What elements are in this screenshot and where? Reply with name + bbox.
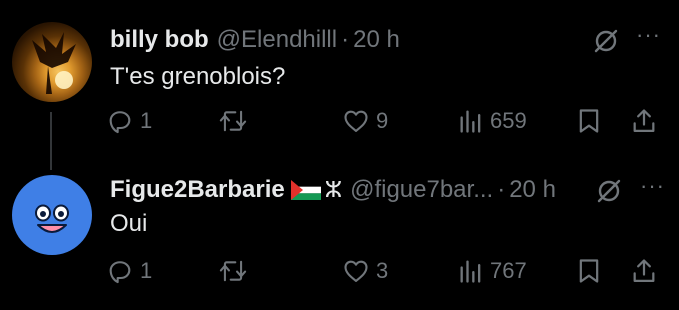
amazigh-symbol: ⵣ — [324, 177, 343, 203]
bookmark-icon — [579, 109, 599, 133]
reply-count: 1 — [140, 108, 153, 133]
name-emojis: ⵣ — [290, 177, 343, 203]
avatar[interactable] — [12, 22, 92, 102]
avatar-image — [35, 204, 69, 233]
tweet[interactable]: billy bob @Elendhilll · 20 h ··· T'es gr… — [0, 0, 679, 160]
retweet-button[interactable] — [218, 103, 248, 139]
like-button[interactable]: 3 — [342, 253, 388, 289]
separator-dot: · — [497, 176, 506, 203]
reply-button[interactable]: 1 — [106, 253, 152, 289]
like-count: 3 — [376, 258, 389, 283]
heart-icon — [344, 110, 368, 132]
tweet-actions: 1 3 767 — [0, 253, 679, 289]
more-icon[interactable]: ··· — [640, 175, 665, 197]
more-icon[interactable]: ··· — [636, 24, 661, 46]
bookmark-icon — [579, 259, 599, 283]
views-icon — [460, 260, 481, 283]
bookmark-button[interactable] — [576, 103, 602, 139]
reply-thread: billy bob @Elendhilll · 20 h ··· T'es gr… — [0, 0, 679, 310]
grok-icon[interactable] — [596, 178, 622, 204]
display-name[interactable]: Figue2Barbarie — [110, 176, 285, 204]
tweet-header: billy bob @Elendhilll · 20 h — [110, 25, 400, 55]
tweet-actions: 1 9 659 — [0, 103, 679, 139]
user-handle[interactable]: @figue7bar... — [350, 176, 493, 204]
like-button[interactable]: 9 — [342, 103, 388, 139]
timestamp[interactable]: 20 h — [509, 176, 556, 204]
separator-dot: · — [341, 26, 350, 53]
avatar-image — [32, 32, 76, 94]
view-count: 659 — [490, 108, 527, 133]
reply-count: 1 — [140, 258, 153, 283]
retweet-button[interactable] — [218, 253, 248, 289]
avatar[interactable] — [12, 175, 92, 255]
reply-icon — [109, 261, 131, 284]
reply-button[interactable]: 1 — [106, 103, 152, 139]
views-icon — [460, 110, 481, 133]
retweet-icon — [219, 110, 247, 132]
tweet-header: Figue2Barbarie ⵣ @figue7bar... · 20 h — [110, 175, 556, 205]
share-button[interactable] — [630, 103, 658, 139]
share-icon — [633, 259, 655, 283]
view-count: 767 — [490, 258, 527, 283]
display-name[interactable]: billy bob — [110, 26, 209, 54]
share-icon — [633, 109, 655, 133]
reply-icon — [109, 111, 131, 134]
retweet-icon — [219, 260, 247, 282]
palestine-flag-icon — [290, 180, 321, 200]
views-button[interactable]: 659 — [458, 103, 527, 139]
timestamp[interactable]: 20 h — [353, 26, 400, 54]
user-handle[interactable]: @Elendhilll — [217, 26, 337, 54]
tweet-text: T'es grenoblois? — [110, 63, 286, 90]
share-button[interactable] — [630, 253, 658, 289]
heart-icon — [344, 260, 368, 282]
tweet-text: Oui — [110, 210, 148, 237]
bookmark-button[interactable] — [576, 253, 602, 289]
tweet[interactable]: Figue2Barbarie ⵣ @figue7bar... · 20 h ··… — [0, 160, 679, 310]
views-button[interactable]: 767 — [458, 253, 527, 289]
grok-icon[interactable] — [593, 28, 619, 54]
like-count: 9 — [376, 108, 389, 133]
